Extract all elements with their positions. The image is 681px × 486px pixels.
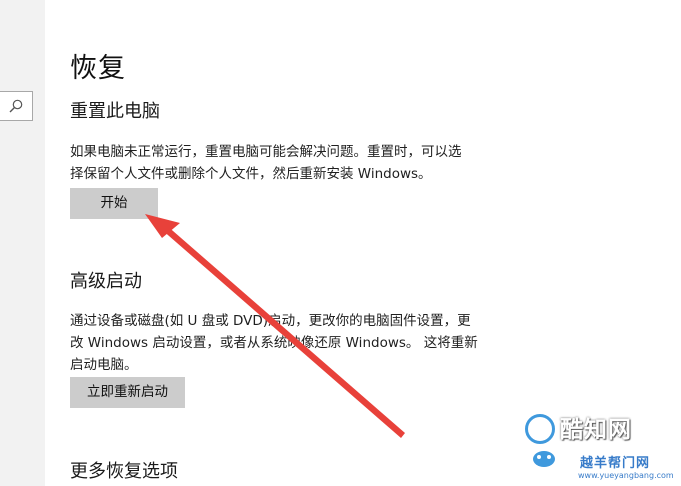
advanced-startup-title: 高级启动 (70, 271, 142, 292)
restart-now-button[interactable]: 立即重新启动 (70, 377, 185, 408)
reset-section-title: 重置此电脑 (70, 101, 160, 122)
advanced-description-line: 通过设备或磁盘(如 U 盘或 DVD)启动，更改你的电脑固件设置，更 (70, 313, 471, 329)
search-icon (9, 99, 23, 113)
advanced-description-line: 改 Windows 启动设置，或者从系统映像还原 Windows。 这将重新 (70, 335, 478, 351)
advanced-description: 通过设备或磁盘(如 U 盘或 DVD)启动，更改你的电脑固件设置，更 改 Win… (70, 310, 502, 376)
sheep-logo-icon (533, 451, 555, 467)
watermark: 酷知网 越羊帮门网 www.yueyangbang.com (520, 408, 681, 486)
advanced-description-line: 启动电脑。 (70, 357, 138, 373)
watermark-subtitle: 越羊帮门网 (580, 456, 651, 471)
page-title: 恢复 (70, 53, 126, 84)
watermark-url: www.yueyangbang.com (578, 471, 674, 480)
start-reset-button[interactable]: 开始 (70, 188, 158, 219)
reset-description-line: 如果电脑未正常运行，重置电脑可能会解决问题。重置时，可以选 (70, 144, 462, 160)
reset-description-line: 择保留个人文件或删除个人文件，然后重新安装 Windows。 (70, 166, 432, 182)
watermark-logo-icon (525, 414, 555, 444)
watermark-title: 酷知网 (560, 417, 632, 443)
left-nav-panel (0, 0, 45, 486)
reset-description: 如果电脑未正常运行，重置电脑可能会解决问题。重置时，可以选 择保留个人文件或删除… (70, 141, 502, 185)
more-recovery-options-title: 更多恢复选项 (70, 461, 178, 482)
settings-page: 恢复 重置此电脑 如果电脑未正常运行，重置电脑可能会解决问题。重置时，可以选 择… (0, 0, 681, 486)
search-button[interactable] (0, 91, 33, 121)
